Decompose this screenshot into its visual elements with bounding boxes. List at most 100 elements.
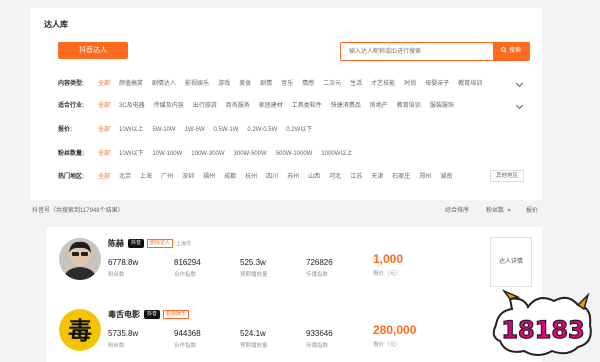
filter-option[interactable]: 天津 [371, 171, 383, 183]
filter-option[interactable]: 100W-300W [191, 148, 224, 160]
filter-option[interactable]: 河北 [329, 171, 341, 183]
filter-option[interactable]: 杭州 [245, 171, 257, 183]
filter-option[interactable]: 服装服饰 [430, 100, 454, 112]
filter-option[interactable]: 生活 [350, 78, 362, 90]
sort-comprehensive[interactable]: 综合排序 [445, 200, 469, 222]
filter-option[interactable]: 江苏 [350, 171, 362, 183]
filter-option[interactable]: 郑州 [419, 171, 431, 183]
price-value: 280,000 [373, 323, 417, 337]
filter-option[interactable]: 500W-1000W [276, 148, 313, 160]
filter-label: 热门地区: [58, 174, 84, 180]
avatar[interactable] [59, 238, 101, 280]
filter-option[interactable]: 苏州 [287, 171, 299, 183]
filter-option[interactable]: 教育培训 [458, 78, 482, 90]
filter-option[interactable]: 二次元 [323, 78, 341, 90]
filter-option[interactable]: 美食 [239, 78, 251, 90]
price-block: 1,000 报价（元） [373, 252, 403, 277]
stat-expected-plays: 524.1w 预期播放量 [240, 329, 268, 349]
filter-option[interactable]: 情感 [302, 78, 314, 90]
filter-option[interactable]: 游戏 [218, 78, 230, 90]
talent-name[interactable]: 毒舌电影 [108, 310, 140, 319]
stat-label: 合作指数 [174, 272, 197, 278]
tab-douyin-talent[interactable]: 抖音达人 [58, 42, 128, 59]
filter-option[interactable]: 快捷消费品 [331, 100, 361, 112]
filter-option[interactable]: 全部 [98, 148, 110, 160]
filter-option[interactable]: 房地产 [370, 100, 388, 112]
avatar[interactable]: 毒 [59, 309, 101, 351]
filter-option[interactable]: 石家庄 [392, 171, 410, 183]
filter-option[interactable]: 母婴亲子 [425, 78, 449, 90]
filter-option[interactable]: 0.2W以下 [286, 124, 312, 136]
filter-row-content-type: 内容类型: 全部 颜值搞笑 剧情达人 影视娱乐 游戏 美食 剧情 音乐 情感 二次元 生活 才艺技能时… [58, 78, 534, 90]
price-value: 1,000 [373, 252, 404, 266]
result-count: 抖音号（共搜索到117948个结果） [32, 208, 124, 214]
stat-value: 816294 [174, 258, 201, 267]
filter-option[interactable]: 10W以上 [119, 124, 143, 136]
filter-row-followers: 粉丝数量: 全部 10W以下 10W-100W 100W-300W 300W-500W 5… [58, 148, 534, 160]
search-button[interactable]: 搜索 [493, 43, 529, 60]
search-input[interactable] [341, 43, 495, 60]
filter-option[interactable]: 福州 [203, 171, 215, 183]
stat-value: 524.1w [240, 329, 266, 338]
filter-option[interactable]: 四川 [266, 171, 278, 183]
stat-cooperation: 944368 合作指数 [174, 329, 201, 349]
filter-option[interactable]: 商务服务 [226, 100, 250, 112]
filter-option[interactable]: 1W-5W [185, 124, 205, 136]
filter-option[interactable]: 出行旅游 [193, 100, 217, 112]
filter-option[interactable]: 工具类软件 [292, 100, 322, 112]
filter-option[interactable]: 山西 [308, 171, 320, 183]
filter-option[interactable]: 剧情达人 [152, 78, 176, 90]
sort-label: 粉丝数 [486, 208, 505, 214]
filter-option[interactable]: 0.2W-0.5W [247, 124, 277, 136]
filter-option[interactable]: 传媒及内容 [154, 100, 184, 112]
filter-option[interactable]: 家居建材 [259, 100, 283, 112]
filter-option[interactable]: 北京 [119, 171, 131, 183]
filter-option[interactable]: 300W-500W [234, 148, 267, 160]
stat-label: 传播指数 [306, 343, 329, 349]
filter-option[interactable]: 全部 [98, 171, 110, 183]
filter-option[interactable]: 湖南 [440, 171, 452, 183]
other-regions-button[interactable]: 其他地区 [490, 170, 524, 182]
stat-value: 933646 [306, 329, 333, 338]
filter-option[interactable]: 10W以下 [119, 148, 143, 160]
chevron-down-icon[interactable] [515, 101, 524, 110]
filter-option[interactable]: 才艺技能 [371, 78, 395, 90]
filter-option[interactable]: 全部 [98, 100, 110, 112]
filter-option[interactable]: 时尚 [404, 78, 416, 90]
filter-option[interactable]: 颜值搞笑 [119, 78, 143, 90]
filter-option[interactable]: 剧情 [260, 78, 272, 90]
filter-option[interactable]: 10W-100W [152, 148, 182, 160]
talent-name[interactable]: 陈赫 [108, 239, 124, 248]
chevron-down-icon[interactable] [515, 79, 524, 88]
filter-row-region: 热门地区: 全部 北京 上海 广州 深圳 福州 成都 杭州 四川 苏州 山西 河北 江苏 天津 石家庄 郑州湖… [58, 170, 534, 183]
filter-label: 报价: [58, 127, 72, 133]
filter-option[interactable]: 1000W以上 [321, 148, 352, 160]
filter-option[interactable]: 5W-10W [152, 124, 175, 136]
category-tag: 剧情达人 [147, 239, 174, 249]
filter-option[interactable]: 成都 [224, 171, 236, 183]
filter-option[interactable]: 全部 [98, 124, 110, 136]
filter-option[interactable]: 教育培训 [397, 100, 421, 112]
price-label: 报价（元） [373, 271, 401, 277]
filter-option[interactable]: 全部 [98, 78, 110, 90]
filter-option[interactable]: 上海 [140, 171, 152, 183]
filter-option[interactable]: 深圳 [182, 171, 194, 183]
filter-options: 全部 北京 上海 广州 深圳 福州 成都 杭州 四川 苏州 山西 河北 江苏 天津 石家庄 郑州 湖南 [98, 171, 461, 183]
filter-row-industry: 适合行业: 全部 3C及电器 传媒及内容 出行旅游 商务服务 家居建材 工具类软件 快捷消费品… [58, 100, 534, 112]
talent-detail-button[interactable]: 达人详情 [490, 237, 532, 287]
filter-option[interactable]: 广州 [161, 171, 173, 183]
filter-option[interactable]: 3C及电器 [119, 100, 145, 112]
search-icon [501, 47, 507, 54]
stat-cooperation: 816294 合作指数 [174, 258, 201, 278]
platform-badge: 抖音 [128, 239, 145, 249]
sort-followers[interactable]: 粉丝数 [486, 200, 512, 222]
filter-option[interactable]: 音乐 [281, 78, 293, 90]
filter-label: 内容类型: [58, 81, 84, 87]
watermark-text: 18183 [501, 316, 585, 344]
result-sort-bar: 抖音号（共搜索到117948个结果） 综合排序 粉丝数 报价 [30, 200, 542, 234]
price-label: 报价（元） [373, 342, 401, 348]
filter-option[interactable]: 0.5W-1W [213, 124, 238, 136]
location-text: 上海市 [176, 241, 192, 248]
filter-option[interactable]: 影视娱乐 [185, 78, 209, 90]
talent-card: 毒 毒舌电影 抖音 影视娱乐 5735.8w 粉丝数 944368 合作指数 524.1… [46, 298, 542, 362]
